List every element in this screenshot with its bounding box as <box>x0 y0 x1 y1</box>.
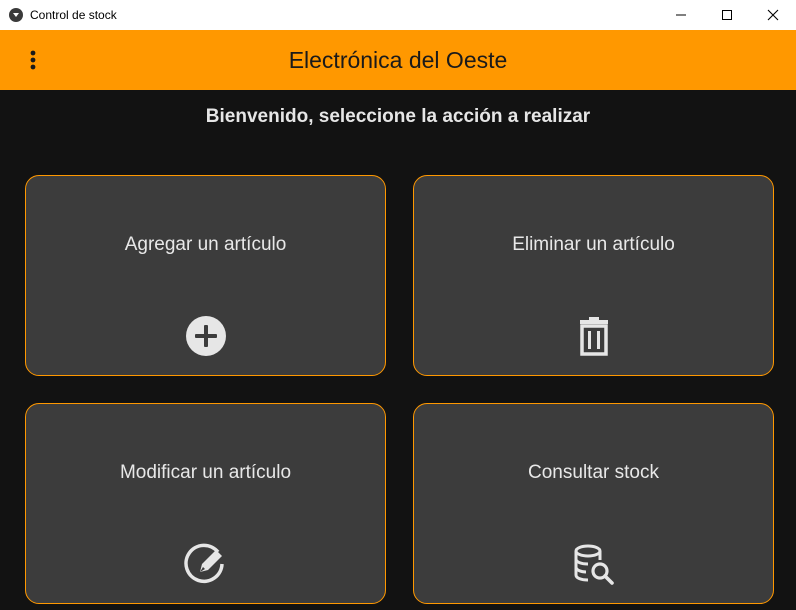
welcome-message: Bienvenido, seleccione la acción a reali… <box>205 106 591 127</box>
maximize-icon <box>722 10 732 20</box>
minimize-icon <box>676 14 686 16</box>
maximize-button[interactable] <box>704 0 750 30</box>
menu-button[interactable] <box>18 45 48 75</box>
title-bar[interactable]: Control de stock <box>0 0 796 30</box>
close-button[interactable] <box>750 0 796 30</box>
check-stock-label: Consultar stock <box>528 462 659 483</box>
delete-item-label: Eliminar un artículo <box>512 234 675 255</box>
app-window: Control de stock Electrónica del Oeste B… <box>0 0 796 610</box>
app-bar: Electrónica del Oeste <box>0 30 796 90</box>
add-circle-icon <box>184 314 228 358</box>
edit-item-label: Modificar un artículo <box>119 462 292 483</box>
window-title: Control de stock <box>30 8 117 22</box>
database-search-icon <box>572 542 616 586</box>
add-item-label: Agregar un artículo <box>124 234 287 255</box>
close-icon <box>767 9 779 21</box>
minimize-button[interactable] <box>658 0 704 30</box>
add-item-card[interactable]: Agregar un artículo <box>25 175 386 376</box>
app-logo-icon <box>9 8 23 22</box>
edit-icon <box>183 542 228 586</box>
window-controls <box>658 0 796 30</box>
app-bar-title: Electrónica del Oeste <box>288 46 508 73</box>
delete-item-card[interactable]: Eliminar un artículo <box>413 175 774 376</box>
check-stock-card[interactable]: Consultar stock <box>413 403 774 604</box>
more-vert-icon <box>30 50 36 70</box>
edit-item-card[interactable]: Modificar un artículo <box>25 403 386 604</box>
trash-icon <box>572 314 616 358</box>
